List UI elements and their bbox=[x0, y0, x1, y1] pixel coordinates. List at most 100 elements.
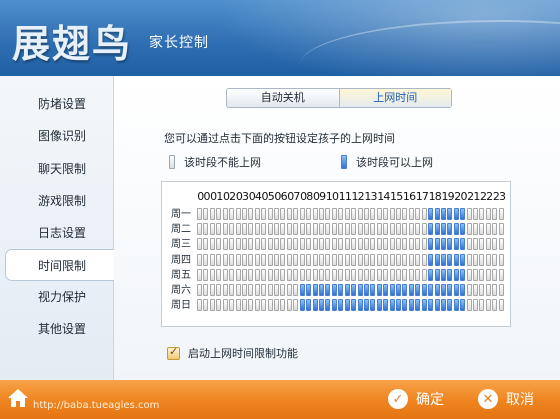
time-slot-cell[interactable] bbox=[248, 253, 254, 266]
time-slot-cell[interactable] bbox=[299, 208, 305, 220]
time-slot-cell[interactable] bbox=[280, 268, 286, 281]
time-slot-cell[interactable] bbox=[402, 223, 408, 236]
time-slot-cell[interactable] bbox=[267, 284, 273, 296]
time-slot-cell[interactable] bbox=[203, 253, 209, 266]
time-slot-cell[interactable] bbox=[492, 238, 498, 251]
time-slot-cell[interactable] bbox=[338, 208, 344, 220]
time-slot-cell[interactable] bbox=[254, 223, 260, 236]
time-slot-cell[interactable] bbox=[479, 253, 485, 266]
sidebar-item-log-settings[interactable]: 日志设置 bbox=[0, 217, 114, 249]
time-slot-cell[interactable] bbox=[203, 238, 209, 251]
time-slot-cell[interactable] bbox=[293, 223, 299, 236]
time-slot-cell[interactable] bbox=[466, 268, 472, 281]
time-slot-cell[interactable] bbox=[331, 284, 337, 296]
time-slot-cell[interactable] bbox=[235, 253, 241, 266]
time-slot-cell[interactable] bbox=[421, 299, 427, 312]
time-slot-cell[interactable] bbox=[248, 299, 254, 312]
sidebar-item-eye-protection[interactable]: 视力保护 bbox=[0, 281, 114, 313]
time-slot-cell[interactable] bbox=[485, 238, 491, 251]
time-slot-cell[interactable] bbox=[286, 268, 292, 281]
time-slot-cell[interactable] bbox=[415, 268, 421, 281]
time-slot-cell[interactable] bbox=[344, 208, 350, 220]
time-slot-cell[interactable] bbox=[376, 284, 382, 296]
time-slot-cell[interactable] bbox=[331, 299, 337, 312]
time-slot-cell[interactable] bbox=[241, 253, 247, 266]
time-slot-cell[interactable] bbox=[383, 238, 389, 251]
time-slot-cell[interactable] bbox=[453, 284, 459, 296]
time-slot-cell[interactable] bbox=[306, 238, 312, 251]
time-slot-cell[interactable] bbox=[415, 208, 421, 220]
sidebar-item-game-limit[interactable]: 游戏限制 bbox=[0, 185, 114, 217]
time-slot-cell[interactable] bbox=[363, 223, 369, 236]
time-slot-cell[interactable] bbox=[274, 238, 280, 251]
time-slot-cell[interactable] bbox=[402, 284, 408, 296]
time-slot-cell[interactable] bbox=[376, 208, 382, 220]
time-slot-cell[interactable] bbox=[325, 208, 331, 220]
time-slot-cell[interactable] bbox=[498, 238, 504, 251]
time-slot-cell[interactable] bbox=[261, 284, 267, 296]
time-slot-cell[interactable] bbox=[466, 208, 472, 220]
time-slot-cell[interactable] bbox=[197, 208, 202, 220]
time-slot-cell[interactable] bbox=[318, 284, 324, 296]
time-slot-cell[interactable] bbox=[248, 284, 254, 296]
time-slot-cell[interactable] bbox=[325, 223, 331, 236]
time-slot-cell[interactable] bbox=[421, 223, 427, 236]
time-slot-cell[interactable] bbox=[274, 208, 280, 220]
time-slot-cell[interactable] bbox=[408, 253, 414, 266]
time-slot-cell[interactable] bbox=[485, 268, 491, 281]
time-slot-cell[interactable] bbox=[466, 238, 472, 251]
time-slot-cell[interactable] bbox=[293, 208, 299, 220]
time-slot-cell[interactable] bbox=[440, 223, 446, 236]
time-slot-cell[interactable] bbox=[498, 223, 504, 236]
time-slot-cell[interactable] bbox=[325, 238, 331, 251]
time-slot-cell[interactable] bbox=[229, 223, 235, 236]
time-slot-cell[interactable] bbox=[351, 208, 357, 220]
time-slot-cell[interactable] bbox=[299, 253, 305, 266]
time-slot-cell[interactable] bbox=[197, 253, 202, 266]
time-slot-cell[interactable] bbox=[402, 238, 408, 251]
time-slot-cell[interactable] bbox=[498, 268, 504, 281]
time-slot-cell[interactable] bbox=[492, 208, 498, 220]
time-slot-cell[interactable] bbox=[434, 284, 440, 296]
time-slot-cell[interactable] bbox=[363, 299, 369, 312]
time-slot-cell[interactable] bbox=[402, 253, 408, 266]
time-slot-cell[interactable] bbox=[408, 208, 414, 220]
time-slot-cell[interactable] bbox=[428, 208, 434, 220]
time-slot-cell[interactable] bbox=[421, 208, 427, 220]
time-slot-cell[interactable] bbox=[351, 253, 357, 266]
time-slot-cell[interactable] bbox=[312, 208, 318, 220]
time-slot-cell[interactable] bbox=[229, 268, 235, 281]
time-slot-cell[interactable] bbox=[222, 208, 228, 220]
time-slot-cell[interactable] bbox=[447, 223, 453, 236]
time-slot-cell[interactable] bbox=[473, 299, 479, 312]
time-slot-cell[interactable] bbox=[479, 299, 485, 312]
time-slot-cell[interactable] bbox=[286, 238, 292, 251]
time-slot-cell[interactable] bbox=[261, 223, 267, 236]
time-slot-cell[interactable] bbox=[229, 284, 235, 296]
time-slot-cell[interactable] bbox=[254, 284, 260, 296]
time-slot-cell[interactable] bbox=[222, 268, 228, 281]
time-slot-cell[interactable] bbox=[299, 238, 305, 251]
time-slot-cell[interactable] bbox=[351, 238, 357, 251]
time-slot-cell[interactable] bbox=[267, 208, 273, 220]
time-slot-cell[interactable] bbox=[216, 238, 222, 251]
time-slot-cell[interactable] bbox=[363, 238, 369, 251]
time-slot-cell[interactable] bbox=[428, 299, 434, 312]
time-slot-cell[interactable] bbox=[428, 268, 434, 281]
time-slot-cell[interactable] bbox=[466, 284, 472, 296]
time-slot-cell[interactable] bbox=[473, 223, 479, 236]
time-slot-cell[interactable] bbox=[209, 284, 215, 296]
time-slot-cell[interactable] bbox=[440, 284, 446, 296]
time-slot-cell[interactable] bbox=[222, 223, 228, 236]
time-slot-cell[interactable] bbox=[267, 223, 273, 236]
time-slot-cell[interactable] bbox=[286, 223, 292, 236]
time-slot-cell[interactable] bbox=[453, 238, 459, 251]
time-slot-cell[interactable] bbox=[370, 299, 376, 312]
time-slot-cell[interactable] bbox=[408, 223, 414, 236]
time-slot-cell[interactable] bbox=[492, 253, 498, 266]
time-slot-cell[interactable] bbox=[370, 253, 376, 266]
time-slot-cell[interactable] bbox=[344, 284, 350, 296]
time-slot-cell[interactable] bbox=[434, 238, 440, 251]
time-slot-cell[interactable] bbox=[306, 223, 312, 236]
time-slot-cell[interactable] bbox=[267, 238, 273, 251]
